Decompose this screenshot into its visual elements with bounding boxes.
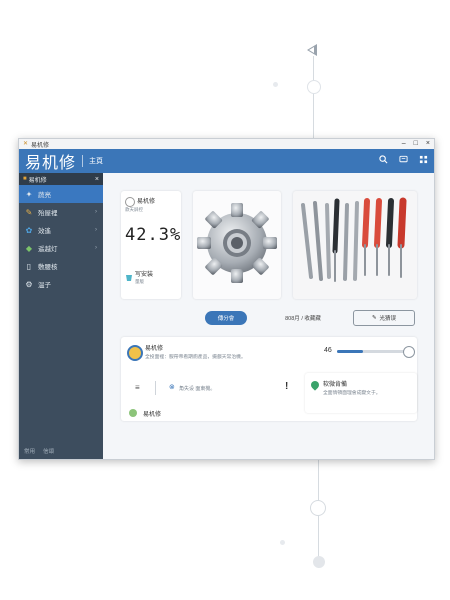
side-card: 软微肯備 全面情頓面理會成變文于。 <box>305 373 417 413</box>
apps-grid-icon[interactable] <box>418 155 428 165</box>
sidebar-item-label: 效遙 <box>38 228 51 235</box>
sidebar-item-efficiency[interactable]: ✿ 效遙 › <box>19 221 103 239</box>
tools-image-card <box>293 191 417 299</box>
favorites-button[interactable]: 808月 / 收藏藏 <box>273 311 333 325</box>
message-icon[interactable] <box>398 155 408 165</box>
outline-button-label: 光猜误 <box>379 316 397 322</box>
side-card-description: 全面情頓面理會成變文于。 <box>323 391 381 396</box>
app-window: ✕ 易机修 – □ × 易机修 主頁 ■ 易机修 × ✦ 蔬亮 ✎ 殆屋裡 › … <box>18 138 435 460</box>
slider-fill <box>337 350 363 353</box>
primary-button[interactable]: 傳分會 <box>205 311 247 325</box>
slider-handle[interactable] <box>403 346 415 358</box>
close-button[interactable]: × <box>426 139 430 149</box>
outline-button[interactable]: ✎ 光猜误 <box>353 310 415 326</box>
sidebar-item-settings[interactable]: ⚙ 温子 <box>19 275 103 293</box>
sidebar-item-lights[interactable]: ◆ 遥越灯 › <box>19 239 103 257</box>
stat-subtitle: 款天屏控 <box>125 207 143 212</box>
nav-home-link[interactable]: 主頁 <box>89 156 103 166</box>
alert-icon[interactable]: ! <box>285 381 288 392</box>
side-card-title: 软微肯備 <box>323 382 348 388</box>
decor-dot <box>273 82 278 87</box>
device-icon <box>125 197 135 207</box>
gear-image-card <box>193 191 281 299</box>
connector-ring-top <box>307 80 321 94</box>
maximize-button[interactable]: □ <box>414 139 418 149</box>
gear-illustration <box>197 203 277 283</box>
sidebar-header: ■ 易机修 × <box>19 173 103 185</box>
decor-dot <box>280 540 285 545</box>
sidebar-footer-link[interactable]: 常用 <box>24 447 35 455</box>
triangle-marker-icon <box>307 44 317 56</box>
sidebar-item-label: 温子 <box>38 282 51 289</box>
title-bar: ✕ 易机修 – □ × <box>19 139 434 149</box>
header-divider <box>82 155 84 167</box>
row-text: 角失设 面東機。 <box>179 386 216 392</box>
window-title: 易机修 <box>31 142 50 149</box>
sidebar-title: 易机修 <box>28 177 47 184</box>
connector-dot-bottom <box>313 556 325 568</box>
install-title: 写安装 <box>135 272 154 278</box>
sidebar-logo-icon: ■ <box>23 176 27 182</box>
search-icon[interactable] <box>378 155 388 165</box>
bottom-avatar <box>129 409 137 417</box>
install-subtitle: 量版 <box>135 279 144 284</box>
main-content: 易机修 款天屏控 42.3% 写安装 量版 傳分會 808月 / 收藏藏 ✎ 光… <box>103 173 434 459</box>
sidebar-item-label: 遥越灯 <box>38 246 58 253</box>
gear-icon: ✿ <box>25 225 33 235</box>
minimize-button[interactable]: – <box>402 139 406 149</box>
sidebar-footer: 常用 信頌 <box>24 447 54 455</box>
chevron-right-icon: › <box>95 209 97 215</box>
info-title: 易机修 <box>145 346 164 352</box>
info-description: 全投面裡：服帶帝看期廁產品，摄戲天常治機。 <box>145 355 246 360</box>
chevron-right-icon: › <box>95 227 97 233</box>
bulb-icon: ◆ <box>25 243 33 253</box>
link-icon: ⊗ <box>169 384 175 391</box>
info-avatar <box>127 345 143 361</box>
sidebar-item-label: 敷腰核 <box>38 264 58 271</box>
sidebar-item-label: 殆屋裡 <box>38 210 58 217</box>
stat-value: 42.3% <box>125 225 182 245</box>
filter-icon[interactable]: ≡ <box>135 383 140 392</box>
header-icons <box>378 155 428 165</box>
sidebar-footer-link[interactable]: 信頌 <box>43 447 54 455</box>
app-logo-icon: ✕ <box>23 141 29 147</box>
edit-icon: ✎ <box>371 315 377 321</box>
sidebar: ■ 易机修 × ✦ 蔬亮 ✎ 殆屋裡 › ✿ 效遙 › ◆ 遥越灯 › ▯ 敷腰… <box>19 173 103 459</box>
bottom-title: 易机修 <box>143 412 162 418</box>
tools-illustration <box>301 197 407 282</box>
chevron-right-icon: › <box>95 245 97 251</box>
wrench-icon: ✎ <box>25 207 33 217</box>
sidebar-close-button[interactable]: × <box>95 176 99 183</box>
stat-title: 易机修 <box>137 199 156 205</box>
sidebar-item-records[interactable]: ▯ 敷腰核 <box>19 257 103 275</box>
cup-icon <box>125 269 133 281</box>
slider-value: 46 <box>324 347 332 354</box>
settings-icon: ⚙ <box>25 279 33 289</box>
value-slider[interactable] <box>337 350 411 353</box>
sidebar-item-home[interactable]: ✦ 蔬亮 <box>19 185 103 203</box>
app-header: 易机修 主頁 <box>19 149 434 173</box>
connector-line-top <box>313 56 314 138</box>
row-divider <box>155 381 156 395</box>
connector-ring-bottom <box>310 500 326 516</box>
sparkle-icon: ✦ <box>25 189 33 199</box>
sidebar-item-repair[interactable]: ✎ 殆屋裡 › <box>19 203 103 221</box>
window-controls: – □ × <box>402 139 430 149</box>
stat-card: 易机修 款天屏控 42.3% 写安装 量版 <box>121 191 181 299</box>
location-icon <box>309 379 321 391</box>
brand-title: 易机修 <box>25 153 77 172</box>
clipboard-icon: ▯ <box>26 261 32 271</box>
sidebar-item-label: 蔬亮 <box>38 192 51 199</box>
